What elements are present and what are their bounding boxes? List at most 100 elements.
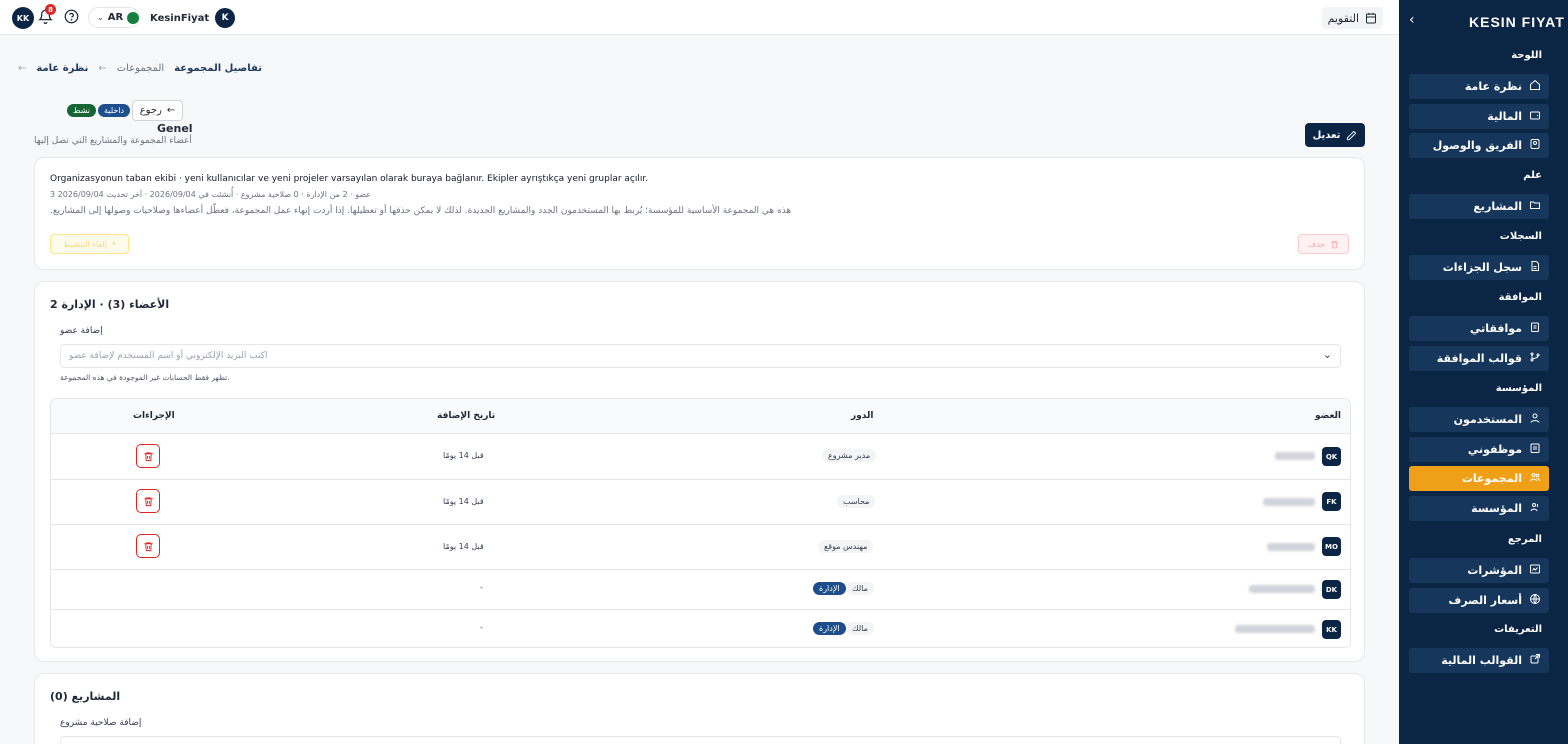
sidebar-item[interactable]: نظرة عامة (1409, 74, 1549, 99)
sidebar-item[interactable]: المؤسسة (1409, 495, 1549, 521)
member-avatar: QK (1322, 447, 1341, 466)
clipboard-icon (1529, 321, 1541, 336)
sidebar-item-label: أسعار الصرف (1448, 593, 1522, 607)
column-added: تاريخ الإضافة (437, 411, 496, 421)
sidebar-item[interactable]: أسعار الصرف (1409, 587, 1549, 613)
document-icon (1529, 260, 1541, 275)
chevron-down-icon: ⌄ (1322, 348, 1332, 361)
back-button[interactable]: رجوع ← (132, 100, 183, 121)
employee-icon (1529, 442, 1541, 457)
sidebar-item[interactable]: قوالب الموافقة (1409, 345, 1549, 371)
column-member: العضو (1314, 411, 1341, 421)
add-member-hint: تظهر فقط الحسابات غير الموجودة في هذه ال… (60, 373, 230, 382)
group-meta: عضو · 2 من الإدارة · 0 صلاحية مشروع · أُ… (50, 190, 372, 199)
disable-label: إلغاء التنشيط (63, 239, 107, 249)
sidebar-item[interactable]: المجموعات (1409, 466, 1549, 491)
sidebar-item[interactable]: المؤشرات (1409, 558, 1549, 583)
added-date: - (480, 583, 483, 592)
user-icon (1529, 412, 1541, 427)
remove-member-button[interactable] (136, 534, 160, 558)
sidebar-item[interactable]: سجل الجزاءات (1409, 255, 1549, 280)
table-row: - الإدارة مالك KK (51, 609, 1350, 647)
back-label: رجوع (139, 105, 162, 116)
arrow-left-icon: ← (18, 63, 27, 74)
role-badge: مهندس موقع (818, 540, 874, 553)
remove-member-button[interactable] (136, 444, 160, 468)
sidebar-item[interactable]: موافقاتي (1409, 316, 1549, 341)
organization-icon (1529, 501, 1541, 516)
table-row: - الإدارة مالك DK (51, 569, 1350, 609)
edit-label: تعديل (1312, 129, 1341, 141)
member-avatar: DK (1322, 580, 1341, 599)
column-actions: الإجراءات (133, 411, 175, 421)
sidebar-section-label: المرجع (1507, 534, 1542, 545)
sidebar-item[interactable]: موظفوني (1409, 436, 1549, 462)
role-badge: مالك (846, 582, 874, 595)
add-project-select[interactable] (60, 736, 1341, 744)
calendar-label: التقويم (1327, 11, 1359, 25)
pause-icon: ⏸ (111, 239, 116, 248)
group-description: Organizasyonun taban ekibi · yeni kullan… (50, 174, 649, 184)
collapse-sidebar-button[interactable]: ‹ (1409, 12, 1415, 28)
breadcrumb-groups[interactable]: المجموعات (117, 63, 164, 74)
role-badge: مدير مشروع (822, 449, 877, 462)
sidebar-section-label: الموافقة (1498, 292, 1542, 303)
table-header: الإجراءات تاريخ الإضافة الدور العضو (51, 399, 1350, 434)
calendar-icon (1366, 13, 1376, 24)
edit-button[interactable]: تعديل (1305, 123, 1365, 147)
trash-icon (1331, 240, 1339, 248)
language-code: AR (107, 12, 124, 23)
member-name-blurred (1263, 498, 1315, 506)
add-project-label: إضافة صلاحية مشروع (60, 718, 142, 728)
admin-badge: الإدارة (813, 582, 846, 595)
sidebar-item[interactable]: المشاريع (1409, 194, 1549, 219)
member-name-blurred (1235, 625, 1315, 633)
projects-card: المشاريع (0) إضافة صلاحية مشروع (34, 673, 1365, 744)
language-selector[interactable]: ⌄ AR (88, 7, 140, 28)
delete-group-button[interactable]: حذف (1298, 234, 1349, 254)
sidebar-item[interactable]: المالية (1409, 103, 1549, 129)
sidebar-item[interactable]: المستخدمون (1409, 407, 1549, 432)
notifications-button[interactable]: 8 (37, 4, 56, 25)
add-member-placeholder: اكتب البريد الإلكتروني أو اسم المستخدم ل… (69, 351, 268, 361)
added-date: قبل 14 يومًا (443, 542, 484, 551)
trash-icon (143, 451, 153, 461)
sidebar-item-label: المؤشرات (1467, 564, 1522, 577)
member-name-blurred (1267, 543, 1315, 551)
organization-name: KesinFiyat (150, 12, 210, 24)
member-avatar: MO (1322, 537, 1341, 556)
breadcrumb: ← نظرة عامة ← المجموعات تفاصيل المجموعة (18, 63, 262, 74)
sidebar-item-label: قوالب الموافقة (1436, 351, 1522, 365)
member-avatar: FK (1322, 492, 1341, 511)
folder-icon (1529, 199, 1541, 214)
help-button[interactable] (64, 9, 79, 27)
disable-button[interactable]: إلغاء التنشيط ⏸ (50, 234, 129, 254)
group-subtitle: أعضاء المجموعة والمشاريع التي تصل إليها (34, 136, 192, 146)
add-member-select[interactable]: ⌄ اكتب البريد الإلكتروني أو اسم المستخدم… (60, 344, 1341, 368)
table-row: قبل 14 يومًا مدير مشروع QK (51, 434, 1350, 479)
role-badge: محاسب (837, 495, 876, 508)
delete-label: حذف (1307, 239, 1326, 249)
sidebar-item[interactable]: الفريق والوصول (1409, 133, 1549, 158)
calendar-button[interactable]: التقويم (1321, 7, 1383, 29)
team-icon (1529, 138, 1541, 153)
user-avatar[interactable]: KK (12, 7, 34, 29)
sidebar-item-label: المجموعات (1461, 472, 1522, 485)
sidebar-item-label: نظرة عامة (1464, 80, 1522, 93)
trash-icon (143, 496, 153, 506)
member-name-blurred (1249, 585, 1315, 593)
sidebar: ‹ KESIN FIYAT اللوحة نظرة عامة المالية الفر… (1399, 0, 1568, 744)
remove-member-button[interactable] (136, 489, 160, 513)
sidebar-item-label: القوالب المالية (1441, 654, 1522, 667)
organization-switcher[interactable]: KesinFiyat K (146, 7, 239, 29)
flag-icon (127, 11, 139, 24)
sidebar-item-label: المؤسسة (1471, 501, 1522, 515)
breadcrumb-overview[interactable]: نظرة عامة (36, 63, 88, 74)
added-date: قبل 14 يومًا (443, 497, 484, 506)
sidebar-section-label: اللوحة (1511, 50, 1542, 61)
chart-icon (1529, 563, 1541, 578)
sidebar-item[interactable]: القوالب المالية (1409, 648, 1549, 673)
members-table: الإجراءات تاريخ الإضافة الدور العضو قبل … (50, 398, 1351, 648)
sidebar-item-label: موظفوني (1467, 442, 1522, 456)
notification-count-badge: 8 (45, 4, 56, 15)
